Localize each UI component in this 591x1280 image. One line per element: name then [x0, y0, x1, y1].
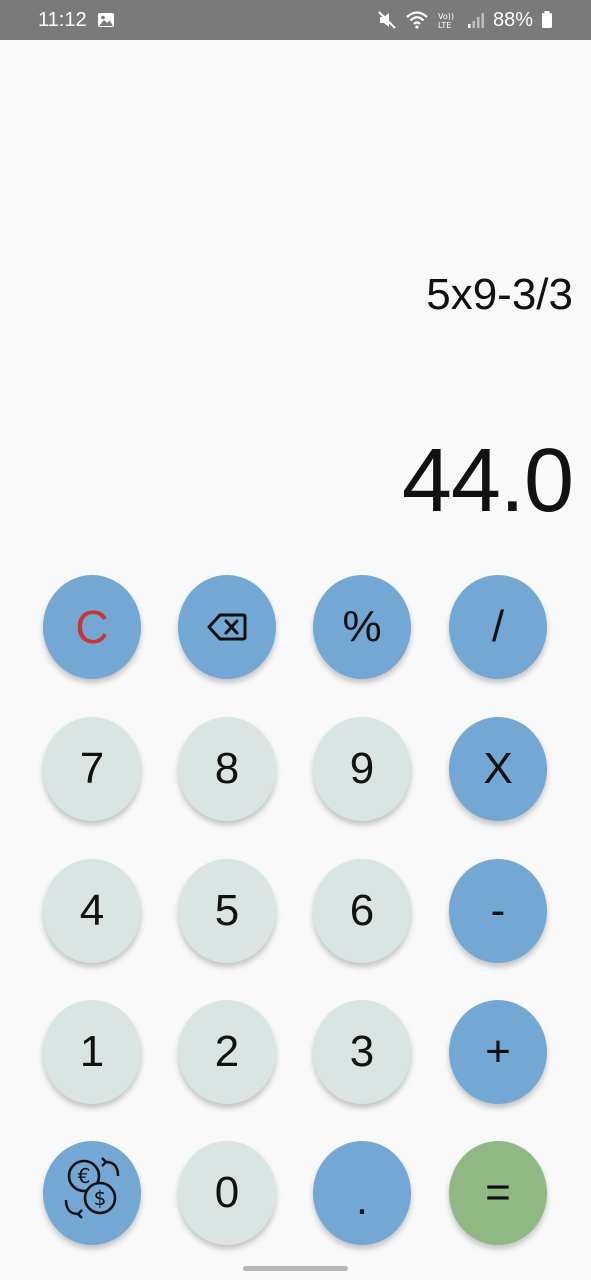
backspace-icon: [207, 602, 247, 652]
digit-4-button[interactable]: 4: [43, 859, 141, 963]
battery-percent: 88%: [492, 8, 533, 31]
svg-text:€: €: [78, 1164, 91, 1188]
digit-9-button[interactable]: 9: [313, 717, 411, 821]
digit-0-button[interactable]: 0: [178, 1141, 276, 1245]
equals-button[interactable]: =: [449, 1141, 547, 1245]
digit-6-button[interactable]: 6: [313, 859, 411, 963]
digit-label: 8: [214, 744, 240, 793]
currency-exchange-icon: € $: [56, 1152, 128, 1235]
add-label: +: [485, 1027, 511, 1076]
add-button[interactable]: +: [449, 1000, 547, 1104]
svg-text:LTE: LTE: [438, 21, 451, 30]
expression-display: 5x9-3/3: [426, 270, 573, 319]
decimal-label: .: [355, 1175, 369, 1224]
clear-label: C: [75, 601, 109, 653]
svg-text:$: $: [94, 1186, 107, 1210]
percent-button[interactable]: %: [313, 575, 411, 679]
digit-label: 7: [79, 744, 105, 793]
gallery-icon: [97, 12, 115, 28]
status-time: 11:12: [38, 8, 87, 31]
equals-label: =: [485, 1168, 511, 1217]
digit-2-button[interactable]: 2: [178, 1000, 276, 1104]
wifi-icon: [405, 10, 429, 30]
result-display: 44.0: [401, 431, 574, 531]
subtract-button[interactable]: -: [449, 859, 547, 963]
digit-label: 0: [214, 1168, 240, 1217]
mute-icon: [377, 10, 397, 30]
digit-3-button[interactable]: 3: [313, 1000, 411, 1104]
home-indicator[interactable]: [243, 1266, 348, 1271]
digit-label: 9: [349, 744, 375, 793]
keypad: C % / 7 8 9 X 4 5 6 - 1 2 3 + € $ 0 . =: [0, 0, 591, 1280]
svg-text:Vo)): Vo)): [438, 12, 454, 21]
digit-5-button[interactable]: 5: [178, 859, 276, 963]
digit-7-button[interactable]: 7: [43, 717, 141, 821]
multiply-button[interactable]: X: [449, 717, 547, 821]
status-bar: 11:12 Vo)) LTE 88%: [0, 0, 591, 40]
digit-8-button[interactable]: 8: [178, 717, 276, 821]
battery-icon: [541, 11, 553, 29]
percent-label: %: [342, 602, 382, 651]
digit-1-button[interactable]: 1: [43, 1000, 141, 1104]
backspace-button[interactable]: [178, 575, 276, 679]
divide-label: /: [491, 602, 505, 651]
digit-label: 2: [214, 1027, 240, 1076]
decimal-button[interactable]: .: [313, 1141, 411, 1245]
divide-button[interactable]: /: [449, 575, 547, 679]
subtract-label: -: [490, 886, 506, 935]
digit-label: 4: [79, 886, 105, 935]
multiply-label: X: [483, 744, 513, 793]
digit-label: 6: [349, 886, 375, 935]
signal-icon: [467, 11, 485, 29]
digit-label: 3: [349, 1027, 375, 1076]
digit-label: 1: [79, 1027, 105, 1076]
clear-button[interactable]: C: [43, 575, 141, 679]
currency-converter-button[interactable]: € $: [43, 1141, 141, 1245]
volte-icon: Vo)) LTE: [437, 10, 459, 30]
digit-label: 5: [214, 886, 240, 935]
